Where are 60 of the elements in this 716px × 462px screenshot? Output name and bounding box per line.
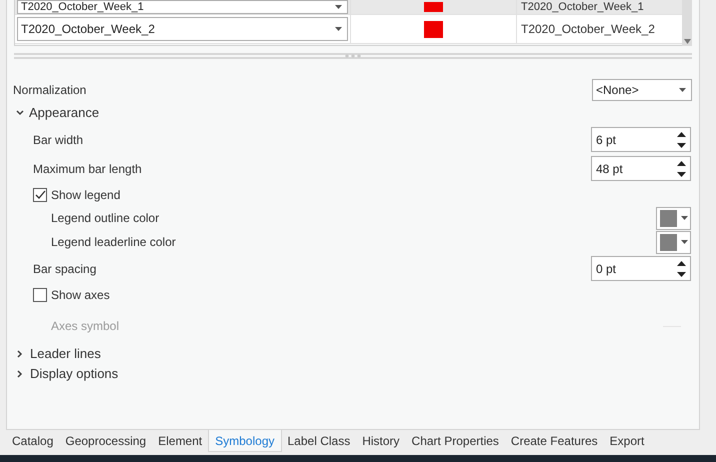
- spinner-field[interactable]: 6 pt: [591, 127, 691, 152]
- panel-tab[interactable]: Geoprocessing: [59, 430, 152, 452]
- panel-tab[interactable]: Chart Properties: [406, 430, 505, 452]
- chevron-down-icon[interactable]: [16, 110, 24, 116]
- field-label: Normalization: [13, 82, 86, 99]
- panel-tab[interactable]: History: [356, 430, 406, 452]
- field-dropdown[interactable]: T2020_October_Week_1: [17, 0, 348, 14]
- dropdown-value: T2020_October_Week_2: [21, 21, 155, 38]
- section-title: Appearance: [29, 104, 100, 122]
- panel-tab[interactable]: Symbology: [208, 430, 282, 452]
- field-label: Legend outline color: [51, 210, 160, 227]
- field-label: Maximum bar length: [33, 160, 142, 178]
- grip-dots-icon[interactable]: [345, 54, 361, 58]
- caret-icon: [681, 216, 688, 220]
- checkbox[interactable]: [33, 188, 47, 202]
- section-header[interactable]: Appearance: [7, 101, 699, 125]
- panel-tab[interactable]: Catalog: [6, 430, 60, 452]
- color-picker[interactable]: [656, 206, 691, 230]
- caret-icon: [681, 240, 688, 244]
- field-dropdown[interactable]: T2020_October_Week_2: [17, 17, 348, 41]
- up-down-arrows-icon[interactable]: [677, 132, 686, 148]
- table-row[interactable]: T2020_October_Week_1 T2020_October_Week_1: [15, 0, 682, 15]
- color-picker[interactable]: [656, 230, 691, 254]
- scrollbar[interactable]: [682, 0, 692, 46]
- section-title: Leader lines: [30, 345, 101, 364]
- dropdown-value: <None>: [596, 82, 639, 99]
- spinner-field[interactable]: 48 pt: [591, 156, 691, 181]
- chevron-right-icon[interactable]: [17, 350, 23, 358]
- table-cell-text: T2020_October_Week_2: [521, 21, 655, 38]
- section-header[interactable]: Display options: [7, 364, 699, 384]
- up-down-arrows-icon[interactable]: [677, 260, 686, 276]
- field-label: Legend leaderline color: [51, 234, 176, 251]
- spinner-value: 48 pt: [596, 160, 623, 178]
- checkbox-label: Show legend: [51, 186, 120, 204]
- caret-icon: [335, 5, 342, 9]
- spinner-value: 0 pt: [596, 260, 616, 278]
- table-cell: T2020_October_Week_1: [521, 1, 644, 13]
- color-swatch[interactable]: [424, 2, 443, 12]
- spinner-field[interactable]: 0 pt: [591, 256, 691, 281]
- checkbox-label: Show axes: [51, 286, 110, 304]
- panel-tab[interactable]: Create Features: [504, 430, 604, 452]
- chevron-right-icon[interactable]: [17, 370, 23, 378]
- field-label: Bar width: [33, 132, 84, 148]
- up-down-arrows-icon[interactable]: [677, 160, 686, 176]
- field-label: Bar spacing: [33, 260, 96, 278]
- dropdown-value: T2020_October_Week_1: [21, 1, 144, 13]
- spinner-value: 6 pt: [596, 132, 616, 148]
- normalization-dropdown[interactable]: <None>: [592, 79, 692, 101]
- section-header[interactable]: Leader lines: [7, 344, 699, 364]
- caret-icon: [335, 27, 342, 31]
- panel-tab[interactable]: Label Class: [282, 430, 356, 452]
- table-row[interactable]: T2020_October_Week_2 T2020_October_Week_2: [15, 15, 682, 44]
- caret-icon: [679, 88, 686, 92]
- field-label: Axes symbol: [51, 318, 120, 335]
- section-title: Display options: [30, 365, 118, 384]
- panel-tab[interactable]: Export: [604, 430, 650, 452]
- color-swatch[interactable]: [424, 20, 443, 38]
- panel-tab[interactable]: Element: [152, 430, 208, 452]
- scroll-down-icon[interactable]: [684, 39, 690, 44]
- checkbox[interactable]: [33, 288, 47, 302]
